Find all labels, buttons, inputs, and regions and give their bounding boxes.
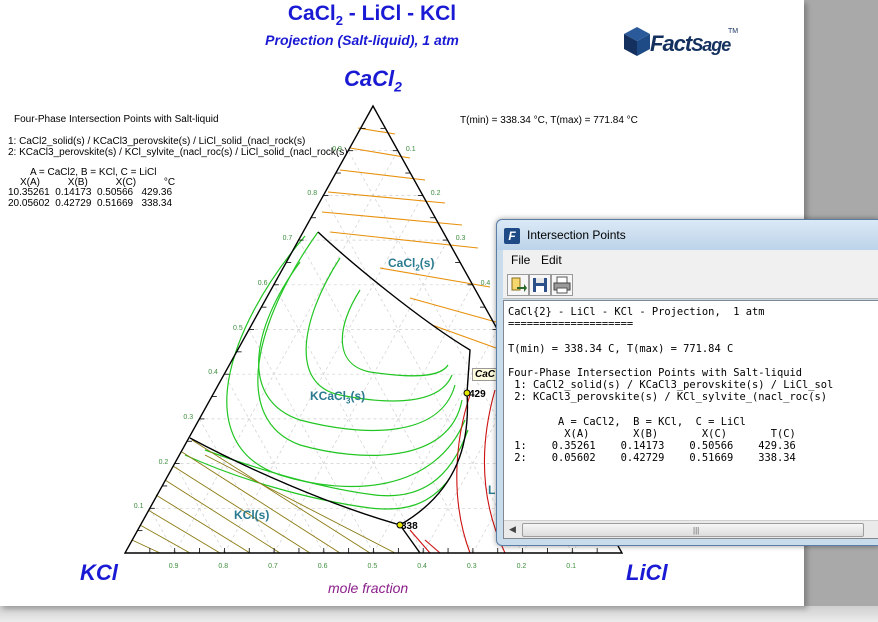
- grid-line: [373, 329, 498, 554]
- horizontal-scrollbar[interactable]: ◀ |||: [504, 520, 878, 538]
- results-text-line: 2: KCaCl3_perovskite(s) / KCl_sylvite_(n…: [508, 391, 828, 404]
- tick-label: 0.1: [133, 503, 144, 511]
- menu-file[interactable]: File: [511, 253, 530, 267]
- phase-label-kcl: KCl(s): [234, 508, 270, 522]
- tick-label: 0.4: [417, 563, 427, 570]
- results-text-line: Four-Phase Intersection Points with Salt…: [508, 367, 803, 380]
- tick-label: 0.1: [566, 563, 577, 570]
- invariant-point-label-2: 338: [401, 521, 418, 532]
- isotherm-line-green: [341, 289, 449, 377]
- info-line-2: 2: KCaCl3_perovskite(s) / KCl_sylvite_(n…: [8, 147, 348, 158]
- tick-label: 0.4: [480, 279, 491, 287]
- info-line-1: 1: CaCl2_solid(s) / KCaCl3_perovskite(s)…: [8, 136, 306, 147]
- phase-label-kcacl3: KCaCl3(s): [310, 389, 366, 406]
- info-heading: Four-Phase Intersection Points with Salt…: [14, 114, 219, 125]
- grid-line: [174, 150, 399, 554]
- screenshot-canvas: CaCl2 - LiCl - KCl Projection (Salt-liqu…: [0, 0, 878, 622]
- cursor-tooltip: CaC: [472, 368, 499, 381]
- tick-label: 0.9: [332, 145, 342, 153]
- menu-edit[interactable]: Edit: [541, 253, 562, 267]
- results-text-line: ====================: [508, 318, 634, 331]
- info-temperature-range: T(min) = 338.34 °C, T(max) = 771.84 °C: [460, 115, 638, 126]
- results-text-line: [508, 404, 833, 416]
- tick-label: 0.5: [233, 324, 243, 332]
- isotherm-line-olive: [191, 439, 371, 554]
- apex-label-left: KCl: [80, 560, 118, 585]
- apex-label-top: CaCl2: [344, 66, 402, 95]
- logo-wordmark: FactSage: [650, 31, 731, 56]
- tick-label: 0.6: [257, 279, 268, 287]
- tick-label: 0.2: [430, 190, 441, 198]
- tick-label: 0.7: [268, 563, 278, 570]
- results-text: CaCl{2} - LiCl - KCl - Projection, 1 atm…: [508, 306, 833, 465]
- tick-label: 0.8: [218, 563, 229, 570]
- factsage-cube-icon: [624, 27, 650, 56]
- print-icon: [553, 276, 571, 294]
- x-axis-label: mole fraction: [328, 580, 409, 596]
- isotherm-line-red: [424, 539, 441, 554]
- results-text-line: 2: 0.05602 0.42729 0.51669 338.34: [508, 452, 796, 465]
- results-text-line: [508, 330, 833, 342]
- window-titlebar[interactable]: F Intersection Points: [497, 220, 878, 250]
- tick-label: 0.8: [307, 190, 318, 198]
- factsage-logo-icon: FactSage TM: [620, 24, 739, 60]
- tick-label: 0.5: [367, 563, 378, 570]
- isotherm-line-orange: [431, 324, 497, 349]
- scroll-grip: |||: [693, 526, 700, 535]
- tick-label: 0.1: [405, 145, 416, 153]
- export-button[interactable]: [507, 274, 529, 296]
- tick-label: 0.3: [466, 563, 477, 570]
- isotherm-line-olive: [139, 524, 191, 554]
- grid-line: [199, 418, 275, 554]
- tick-label: 0.7: [282, 235, 293, 243]
- boundary-kcl-kcacl3: [189, 437, 401, 526]
- results-text-line: T(min) = 338.34 C, T(max) = 771.84 C: [508, 342, 734, 355]
- isotherm-lines: [131, 127, 506, 554]
- tick-label: 0.4: [208, 369, 218, 377]
- phase-label-cacl2: CaCl2(s): [388, 256, 435, 273]
- invariant-point-label-1: 429: [469, 389, 486, 400]
- export-icon: [511, 277, 527, 292]
- scroll-left-arrow-icon[interactable]: ◀: [504, 521, 521, 538]
- menu-bar: File Edit: [503, 250, 878, 271]
- results-text-line: 1: 0.35261 0.14173 0.50566 429.36: [508, 440, 796, 453]
- diagram-subtitle: Projection (Salt-liquid), 1 atm: [265, 32, 459, 48]
- toolbar: [503, 270, 878, 299]
- isotherm-line-orange: [321, 211, 463, 226]
- tick-label: 0.9: [168, 563, 179, 570]
- factsage-app-icon: F: [504, 228, 520, 244]
- scroll-thumb[interactable]: |||: [522, 523, 864, 537]
- isotherm-line-olive: [181, 451, 341, 554]
- tick-label: 0.6: [317, 563, 328, 570]
- save-icon: [533, 278, 547, 292]
- isotherm-line-olive: [147, 509, 221, 554]
- results-text-line: X(A) X(B) X(C) T(C): [508, 428, 796, 441]
- isotherm-line-orange: [327, 191, 446, 204]
- info-row-2: 20.05602 0.42729 0.51669 338.34: [8, 198, 173, 209]
- results-text-line: A = CaCl2, B = KCl, C = LiCl: [508, 415, 746, 428]
- print-button[interactable]: [551, 274, 573, 296]
- tick-label: 0.2: [516, 563, 527, 570]
- results-text-line: [508, 355, 833, 367]
- isotherm-line-orange: [357, 127, 396, 135]
- apex-label-right: LiCl: [626, 560, 668, 585]
- logo-trademark: TM: [728, 28, 739, 35]
- results-text-line: 1: CaCl2_solid(s) / KCaCl3_perovskite(s)…: [508, 379, 834, 392]
- tick-label: 0.3: [455, 235, 466, 243]
- diagram-title: CaCl2 - LiCl - KCl: [287, 2, 457, 29]
- save-button[interactable]: [529, 274, 551, 296]
- info-row-1: 10.35261 0.14173 0.50566 429.36: [8, 187, 173, 198]
- results-text-area[interactable]: CaCl{2} - LiCl - KCl - Projection, 1 atm…: [503, 300, 878, 539]
- tick-label: 0.2: [158, 458, 169, 466]
- results-text-line: CaCl{2} - LiCl - KCl - Projection, 1 atm: [508, 306, 765, 318]
- window-title: Intersection Points: [527, 228, 626, 242]
- isotherm-line-olive: [131, 539, 161, 554]
- tick-label: 0.3: [183, 413, 194, 421]
- grid-line: [149, 508, 176, 554]
- intersection-points-window[interactable]: F Intersection Points File Edit CaCl{2} …: [496, 219, 878, 546]
